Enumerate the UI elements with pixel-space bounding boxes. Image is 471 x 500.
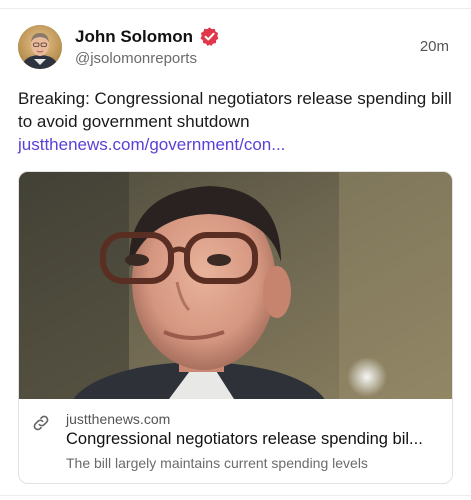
timestamp[interactable]: 20m bbox=[420, 38, 449, 55]
card-meta: justthenews.com Congressional negotiator… bbox=[19, 400, 452, 483]
post: John Solomon @jsolomonreports 20m Breaki… bbox=[0, 0, 471, 500]
bottom-divider bbox=[0, 495, 471, 496]
post-body-text: Breaking: Congressional negotiators rele… bbox=[18, 89, 452, 131]
card-title: Congressional negotiators release spendi… bbox=[66, 430, 423, 448]
author-name-text: John Solomon bbox=[75, 26, 194, 46]
card-domain: justthenews.com bbox=[66, 411, 171, 427]
verified-badge-icon bbox=[199, 26, 220, 47]
avatar-image bbox=[18, 25, 62, 69]
avatar[interactable] bbox=[18, 25, 62, 69]
post-text: Breaking: Congressional negotiators rele… bbox=[18, 87, 453, 156]
author-handle[interactable]: @jsolomonreports bbox=[75, 50, 197, 67]
link-preview-card[interactable]: justthenews.com Congressional negotiator… bbox=[18, 171, 453, 484]
link-icon bbox=[31, 413, 51, 433]
card-image bbox=[19, 172, 452, 399]
author-name[interactable]: John Solomon bbox=[75, 26, 220, 47]
post-link[interactable]: justthenews.com/government/con... bbox=[18, 135, 285, 154]
card-description: The bill largely maintains current spend… bbox=[66, 455, 368, 471]
